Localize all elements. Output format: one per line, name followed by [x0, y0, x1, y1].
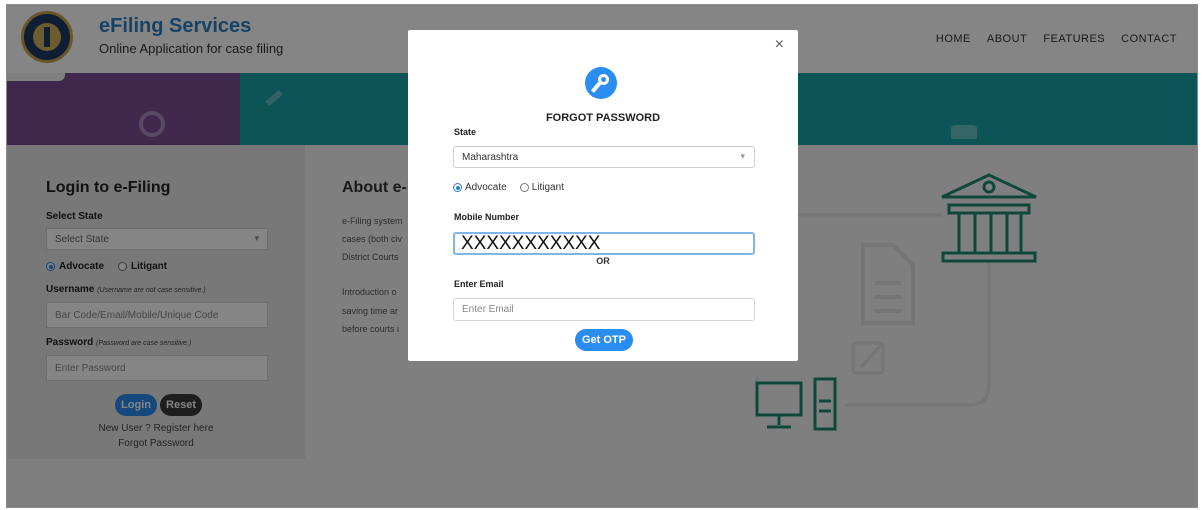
modal-litigant-radio[interactable]	[519, 183, 529, 192]
modal-advocate-label: Advocate	[465, 182, 507, 193]
modal-litigant-label: Litigant	[531, 182, 564, 193]
close-icon[interactable]: ×	[775, 36, 784, 54]
or-separator: OR	[596, 256, 610, 266]
email-input[interactable]: Enter Email	[453, 298, 755, 321]
modal-state-select[interactable]: Maharashtra	[453, 146, 755, 168]
state-label: State	[454, 127, 477, 137]
browser-viewport: eFiling Services Online Application for …	[6, 4, 1198, 508]
modal-advocate-radio[interactable]	[453, 183, 462, 192]
modal-title: FORGOT PASSWORD	[545, 112, 661, 124]
mobile-label: Mobile Number	[454, 212, 520, 222]
email-label: Enter Email	[454, 279, 504, 289]
mobile-number-input[interactable]: XXXXXXXXXXX	[453, 232, 755, 255]
forgot-password-modal: × FORGOT PASSWORD State Maharashtra Advo…	[408, 30, 798, 361]
key-icon	[585, 67, 617, 99]
get-otp-button[interactable]: Get OTP	[575, 329, 633, 351]
modal-type-radios: Advocate Litigant	[453, 182, 564, 193]
